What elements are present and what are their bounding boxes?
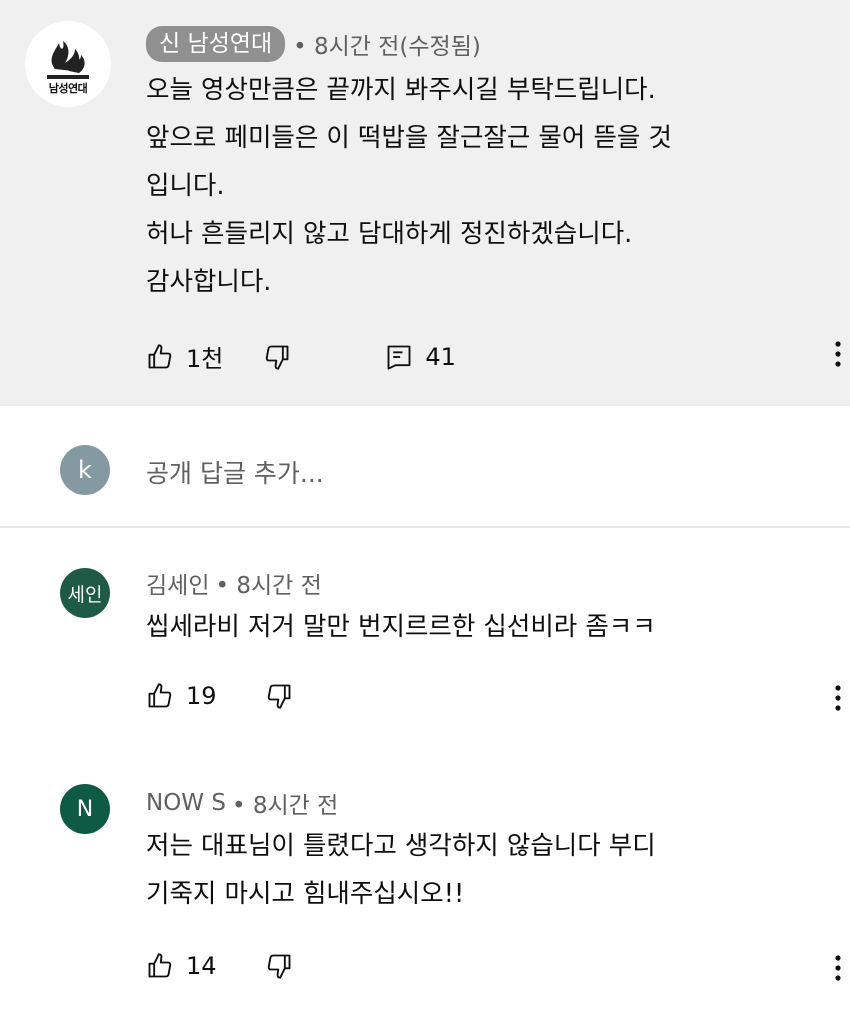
- reply-input[interactable]: 공개 답글 추가...: [146, 454, 324, 490]
- comment-line: 저는 대표님이 틀렸다고 생각하지 않습니다 부디: [146, 831, 656, 861]
- comment-header: NOW S • 8시간 전: [146, 786, 338, 820]
- comment-line: 기죽지 마시고 힘내주십시오!!: [146, 879, 465, 909]
- author-name-chip[interactable]: 신 남성연대: [146, 26, 286, 62]
- comment-item: 세인 김세인 • 8시간 전 씹세라비 저거 말만 번지르르한 십선비라 좀ㅋㅋ…: [0, 528, 850, 711]
- comment-header: 김세인 • 8시간 전: [146, 566, 322, 600]
- reply-count[interactable]: 41: [425, 343, 456, 371]
- comment-actions: 14: [146, 952, 293, 980]
- like-count: 19: [186, 682, 217, 710]
- comment-time: • 8시간 전: [231, 793, 339, 819]
- author-name[interactable]: NOW S: [146, 790, 226, 816]
- comment-line: 감사합니다.: [146, 267, 272, 297]
- comment-time: • 8시간 전(수정됨): [293, 34, 481, 60]
- author-name[interactable]: 김세인: [146, 566, 209, 600]
- commenter-avatar[interactable]: 세인: [60, 568, 110, 618]
- comment-header: 신 남성연대 • 8시간 전(수정됨): [146, 26, 481, 62]
- comment-actions: 1천 41: [146, 339, 456, 374]
- comment-text: 오늘 영상만큼은 끝까지 봐주시길 부탁드립니다. 앞으로 페미들은 이 떡밥을…: [146, 66, 672, 306]
- comment-line: 앞으로 페미들은 이 떡밥을 잘근잘근 물어 뜯을 것: [146, 123, 672, 153]
- more-vert-icon[interactable]: [828, 953, 848, 983]
- comment-icon[interactable]: [385, 343, 413, 371]
- thumbs-down-icon[interactable]: [265, 682, 293, 710]
- more-vert-icon[interactable]: [828, 683, 848, 713]
- thumbs-up-icon[interactable]: [146, 343, 174, 371]
- thumbs-down-icon[interactable]: [263, 343, 291, 371]
- channel-avatar[interactable]: 남성연대: [25, 21, 111, 107]
- channel-avatar-label: 남성연대: [48, 82, 88, 95]
- like-count: 1천: [186, 345, 224, 373]
- comment-line: 씹세라비 저거 말만 번지르르한 십선비라 좀ㅋㅋ: [146, 612, 656, 642]
- comment-line: 입니다.: [146, 171, 225, 201]
- comment-item: N NOW S • 8시간 전 저는 대표님이 틀렸다고 생각하지 않습니다 부…: [0, 772, 850, 981]
- more-vert-icon[interactable]: [828, 339, 848, 369]
- thumbs-up-icon[interactable]: [146, 952, 174, 980]
- pinned-comment: 남성연대 신 남성연대 • 8시간 전(수정됨) 오늘 영상만큼은 끝까지 봐주…: [0, 0, 850, 406]
- comment-text: 씹세라비 저거 말만 번지르르한 십선비라 좀ㅋㅋ: [146, 603, 656, 651]
- comment-line: 오늘 영상만큼은 끝까지 봐주시길 부탁드립니다.: [146, 75, 656, 105]
- comment-line: 허나 흔들리지 않고 담대하게 정진하겠습니다.: [146, 219, 633, 249]
- user-avatar: k: [60, 445, 110, 495]
- comment-text: 저는 대표님이 틀렸다고 생각하지 않습니다 부디 기죽지 마시고 힘내주십시오…: [146, 822, 656, 918]
- thumbs-up-icon[interactable]: [146, 682, 174, 710]
- thumbs-down-icon[interactable]: [265, 952, 293, 980]
- like-count: 14: [186, 952, 217, 980]
- commenter-avatar[interactable]: N: [60, 784, 110, 834]
- add-reply-row: k 공개 답글 추가...: [0, 408, 850, 526]
- comment-time: • 8시간 전: [215, 573, 322, 599]
- comment-actions: 19: [146, 682, 293, 710]
